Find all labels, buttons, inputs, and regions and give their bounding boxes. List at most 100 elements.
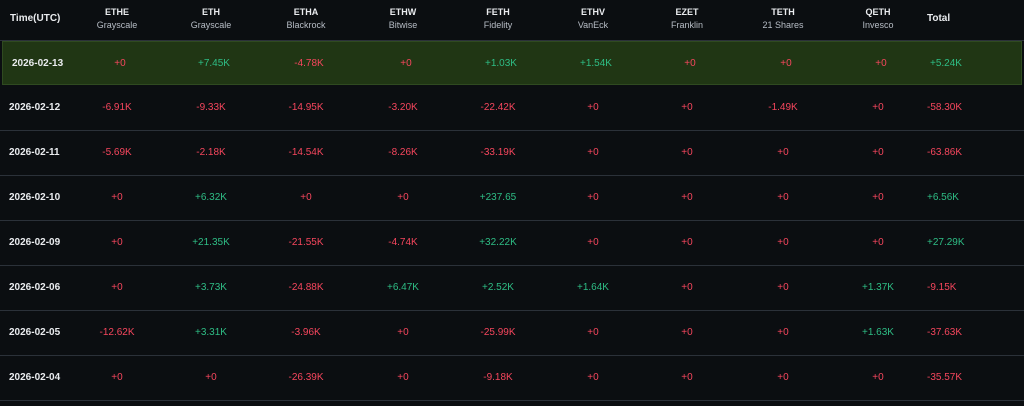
flow-cell-ethw: -4.74K bbox=[388, 237, 418, 248]
flow-cell-ethv: +0 bbox=[587, 372, 599, 383]
column-issuer: Blackrock bbox=[286, 20, 326, 30]
column-ticker: ETHA bbox=[293, 7, 319, 17]
flow-cell-qeth: +0 bbox=[875, 58, 887, 69]
flow-cell-ethw: +0 bbox=[397, 372, 409, 383]
row-date: 2026-02-06 bbox=[9, 282, 61, 293]
flow-cell-ethw: +0 bbox=[397, 192, 409, 203]
flow-cell-ethe: +0 bbox=[111, 282, 123, 293]
flow-cell-teth: +0 bbox=[777, 282, 789, 293]
flow-cell-ezet: +0 bbox=[684, 58, 696, 69]
flow-cell-feth: -33.19K bbox=[480, 147, 516, 158]
row-total: -37.63K bbox=[927, 327, 963, 338]
flow-cell-ethe: -12.62K bbox=[99, 327, 135, 338]
flow-cell-qeth: +0 bbox=[872, 147, 884, 158]
flow-cell-qeth: +0 bbox=[872, 192, 884, 203]
row-total: +27.29K bbox=[927, 237, 965, 248]
table-row[interactable]: 2026-02-04 +0 +0 -26.39K +0 -9.18K +0 +0 +0 +0 -35… bbox=[0, 356, 1024, 401]
flow-cell-feth: -25.99K bbox=[480, 327, 516, 338]
table-row[interactable]: 2026-02-09 +0 +21.35K -21.55K -4.74K +32.22K +… bbox=[0, 221, 1024, 266]
flow-cell-ethv: +0 bbox=[587, 237, 599, 248]
row-total: -58.30K bbox=[927, 102, 963, 113]
table-row[interactable]: 2026-02-05 -12.62K +3.31K -3.96K +0 -25.99K +0… bbox=[0, 311, 1024, 356]
column-ticker: ETHW bbox=[389, 7, 417, 17]
flow-cell-qeth: +1.63K bbox=[862, 327, 894, 338]
flow-cell-etha: -14.54K bbox=[288, 147, 324, 158]
row-total: -9.15K bbox=[927, 282, 957, 293]
flow-cell-eth: +3.31K bbox=[195, 327, 227, 338]
etf-flow-table: Time(UTC) ETHE Grayscale ETH Grayscale ETHA B… bbox=[0, 0, 1024, 406]
flow-cell-teth: +0 bbox=[777, 237, 789, 248]
flow-cell-ethe: +0 bbox=[111, 372, 123, 383]
flow-cell-eth: -2.18K bbox=[196, 147, 226, 158]
flow-cell-ezet: +0 bbox=[681, 102, 693, 113]
table-row[interactable]: 2026-02-10 +0 +6.32K +0 +0 +237.65 +0 +0 +0 +0 +6.… bbox=[0, 176, 1024, 221]
flow-cell-eth: +0 bbox=[205, 372, 217, 383]
table-header: Time(UTC) ETHE Grayscale ETH Grayscale ETHA B… bbox=[0, 0, 1024, 41]
row-total: -63.86K bbox=[927, 147, 963, 158]
flow-cell-eth: +6.32K bbox=[195, 192, 227, 203]
flow-cell-ezet: +0 bbox=[681, 237, 693, 248]
column-issuer: Franklin bbox=[670, 20, 703, 30]
table-row[interactable]: 2026-02-06 +0 +3.73K -24.88K +6.47K +2.52K +1.… bbox=[0, 266, 1024, 311]
row-date: 2026-02-12 bbox=[9, 102, 61, 113]
flow-cell-ethe: -6.91K bbox=[102, 102, 132, 113]
column-issuer: Grayscale bbox=[190, 20, 232, 30]
column-header-qeth[interactable]: QETH Invesco bbox=[823, 6, 933, 32]
column-ticker: FETH bbox=[486, 7, 510, 17]
flow-cell-etha: -4.78K bbox=[294, 58, 324, 69]
flow-cell-etha: -3.96K bbox=[291, 327, 321, 338]
flow-cell-teth: +0 bbox=[777, 372, 789, 383]
flow-cell-ethv: +1.54K bbox=[580, 58, 612, 69]
flow-cell-ethv: +0 bbox=[587, 327, 599, 338]
flow-cell-feth: +2.52K bbox=[482, 282, 514, 293]
column-header-feth[interactable]: FETH Fidelity bbox=[443, 6, 553, 32]
flow-cell-qeth: +0 bbox=[872, 372, 884, 383]
flow-cell-etha: -21.55K bbox=[288, 237, 324, 248]
flow-cell-ethw: +6.47K bbox=[387, 282, 419, 293]
flow-cell-ethe: +0 bbox=[111, 237, 123, 248]
column-header-ezet[interactable]: EZET Franklin bbox=[632, 6, 742, 32]
flow-cell-ethw: +0 bbox=[400, 58, 412, 69]
row-date: 2026-02-05 bbox=[9, 327, 61, 338]
flow-cell-ethe: +0 bbox=[111, 192, 123, 203]
flow-cell-etha: +0 bbox=[300, 192, 312, 203]
row-total: +5.24K bbox=[930, 58, 962, 69]
flow-cell-ethv: +1.64K bbox=[577, 282, 609, 293]
flow-cell-ezet: +0 bbox=[681, 282, 693, 293]
flow-cell-ethe: -5.69K bbox=[102, 147, 132, 158]
flow-cell-ezet: +0 bbox=[681, 147, 693, 158]
column-header-eth[interactable]: ETH Grayscale bbox=[156, 6, 266, 32]
flow-cell-ethv: +0 bbox=[587, 147, 599, 158]
flow-cell-feth: -9.18K bbox=[483, 372, 513, 383]
flow-cell-ethw: +0 bbox=[397, 327, 409, 338]
column-header-teth[interactable]: TETH 21 Shares bbox=[728, 6, 838, 32]
column-header-ethw[interactable]: ETHW Bitwise bbox=[348, 6, 458, 32]
column-ticker: ETH bbox=[202, 7, 220, 17]
flow-cell-qeth: +0 bbox=[872, 102, 884, 113]
row-total: +6.56K bbox=[927, 192, 959, 203]
flow-cell-etha: -26.39K bbox=[288, 372, 324, 383]
flow-cell-teth: -1.49K bbox=[768, 102, 798, 113]
flow-cell-ethw: -8.26K bbox=[388, 147, 418, 158]
time-column-header[interactable]: Time(UTC) bbox=[10, 13, 60, 24]
row-date: 2026-02-10 bbox=[9, 192, 61, 203]
flow-cell-ezet: +0 bbox=[681, 372, 693, 383]
flow-cell-eth: -9.33K bbox=[196, 102, 226, 113]
flow-cell-etha: -14.95K bbox=[288, 102, 324, 113]
column-ticker: TETH bbox=[771, 7, 795, 17]
flow-cell-teth: +0 bbox=[777, 147, 789, 158]
column-issuer: 21 Shares bbox=[762, 20, 804, 30]
table-row[interactable]: 2026-02-13 +0 +7.45K -4.78K +0 +1.03K +1.54K +0… bbox=[2, 41, 1022, 85]
row-total: -35.57K bbox=[927, 372, 963, 383]
flow-cell-ezet: +0 bbox=[681, 192, 693, 203]
total-column-header[interactable]: Total bbox=[927, 13, 950, 24]
flow-cell-ethv: +0 bbox=[587, 192, 599, 203]
column-ticker: EZET bbox=[675, 7, 699, 17]
flow-cell-qeth: +1.37K bbox=[862, 282, 894, 293]
column-header-etha[interactable]: ETHA Blackrock bbox=[251, 6, 361, 32]
column-issuer: Bitwise bbox=[388, 20, 418, 30]
row-date: 2026-02-04 bbox=[9, 372, 61, 383]
table-row[interactable]: 2026-02-12 -6.91K -9.33K -14.95K -3.20K -22.4… bbox=[0, 86, 1024, 131]
flow-cell-feth: +237.65 bbox=[479, 192, 517, 203]
table-row[interactable]: 2026-02-11 -5.69K -2.18K -14.54K -8.26K -33.1… bbox=[0, 131, 1024, 176]
